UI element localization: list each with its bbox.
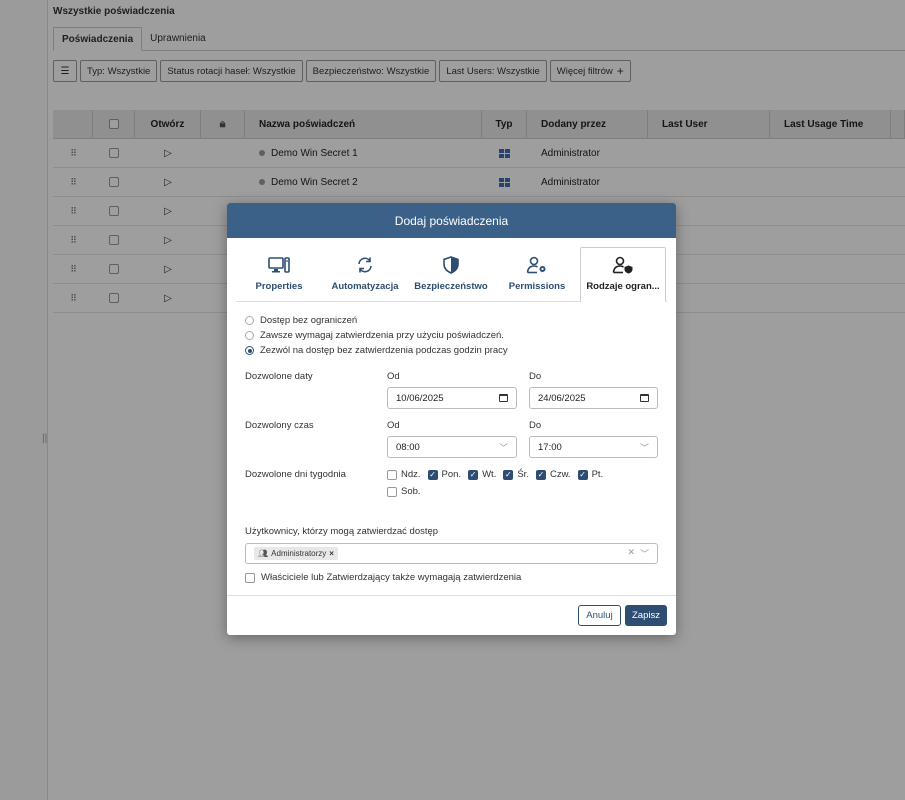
user-gear-icon — [526, 255, 548, 275]
checkbox-checked[interactable]: ✓ — [577, 469, 588, 480]
radio-unrestricted[interactable]: Dostęp bez ograniczeń — [245, 313, 508, 328]
weekday-checkboxes: Ndz. ✓ Pon. ✓ Wt. ✓ Śr. ✓ Czw. ✓ Pt. Sob. — [387, 469, 617, 497]
checkbox-checked[interactable]: ✓ — [468, 469, 479, 480]
checkbox[interactable] — [387, 486, 397, 497]
checkbox-checked[interactable]: ✓ — [535, 469, 546, 480]
dates-from-label: Od — [387, 371, 400, 382]
tab-security[interactable]: Bezpieczeństwo — [408, 247, 494, 301]
radio-working-hours[interactable]: Zezwól na dostęp bez zatwierdzenia podcz… — [245, 343, 508, 358]
user-group-icon: 👥︎ — [258, 549, 269, 558]
day-sunday[interactable]: Ndz. — [387, 469, 421, 480]
checkbox-checked[interactable]: ✓ — [427, 469, 438, 480]
dialog-tabs: Properties Automatyzacja Bezpieczeństwo … — [236, 247, 667, 302]
checkbox[interactable] — [245, 572, 255, 583]
date-to-field[interactable]: 24/06/2025 — [529, 387, 658, 409]
save-button[interactable]: Zapisz — [625, 605, 667, 626]
chevron-down-icon: ﹀ — [639, 442, 649, 453]
tab-properties[interactable]: Properties — [236, 247, 322, 301]
date-from-field[interactable]: 10/06/2025 — [387, 387, 517, 409]
checkbox-checked[interactable]: ✓ — [503, 469, 514, 480]
shield-icon — [443, 255, 459, 275]
access-mode-group: Dostęp bez ograniczeń Zawsze wymagaj zat… — [245, 313, 508, 358]
radio-button-selected[interactable] — [245, 346, 254, 355]
time-to-label: Do — [529, 420, 542, 431]
day-saturday[interactable]: Sob. — [387, 486, 421, 497]
approver-tag: 👥︎ Administratorzy × — [254, 547, 338, 560]
allowed-dates-label: Dozwolone daty — [245, 371, 313, 382]
time-from-label: Od — [387, 420, 400, 431]
calendar-icon[interactable] — [640, 394, 649, 402]
tab-automation[interactable]: Automatyzacja — [322, 247, 408, 301]
approvers-multiselect[interactable]: 👥︎ Administratorzy × ✕ ﹀ — [245, 543, 658, 564]
checkbox[interactable] — [387, 469, 397, 480]
remove-tag-icon[interactable]: × — [329, 549, 334, 558]
radio-always-approve[interactable]: Zawsze wymagaj zatwierdzenia przy użyciu… — [245, 328, 508, 343]
dates-to-label: Do — [529, 371, 542, 382]
day-monday[interactable]: ✓ Pon. — [427, 469, 461, 480]
user-shield-icon — [612, 255, 634, 275]
day-thursday[interactable]: ✓ Czw. — [535, 469, 571, 480]
cancel-button[interactable]: Anuluj — [578, 605, 621, 626]
day-tuesday[interactable]: ✓ Wt. — [468, 469, 496, 480]
approvers-label: Użytkownicy, którzy mogą zatwierdzać dos… — [245, 526, 439, 537]
radio-button[interactable] — [245, 331, 254, 340]
dialog-title: Dodaj poświadczenia — [227, 203, 676, 238]
tab-restriction-types[interactable]: Rodzaje ogran... — [580, 247, 666, 302]
dialog-footer-divider — [227, 595, 676, 596]
chevron-down-icon[interactable]: ﹀ — [640, 547, 649, 560]
add-credentials-dialog: Dodaj poświadczenia Properties Automatyz… — [227, 203, 676, 635]
allowed-weekdays-label: Dozwolone dni tygodnia — [245, 469, 346, 480]
tab-permissions[interactable]: Permissions — [494, 247, 580, 301]
allowed-time-label: Dozwolony czas — [245, 420, 314, 431]
owners-require-approval[interactable]: Właściciele lub Zatwierdzający także wym… — [245, 572, 521, 583]
chevron-down-icon: ﹀ — [498, 442, 508, 453]
calendar-icon[interactable] — [499, 394, 508, 402]
time-from-select[interactable]: 08:00 ﹀ — [387, 436, 517, 458]
refresh-icon — [356, 255, 374, 275]
day-wednesday[interactable]: ✓ Śr. — [503, 469, 529, 480]
time-to-select[interactable]: 17:00 ﹀ — [529, 436, 658, 458]
radio-button[interactable] — [245, 316, 254, 325]
clear-icon[interactable]: ✕ — [627, 547, 635, 560]
day-friday[interactable]: ✓ Pt. — [577, 469, 603, 480]
computer-icon — [268, 255, 290, 275]
